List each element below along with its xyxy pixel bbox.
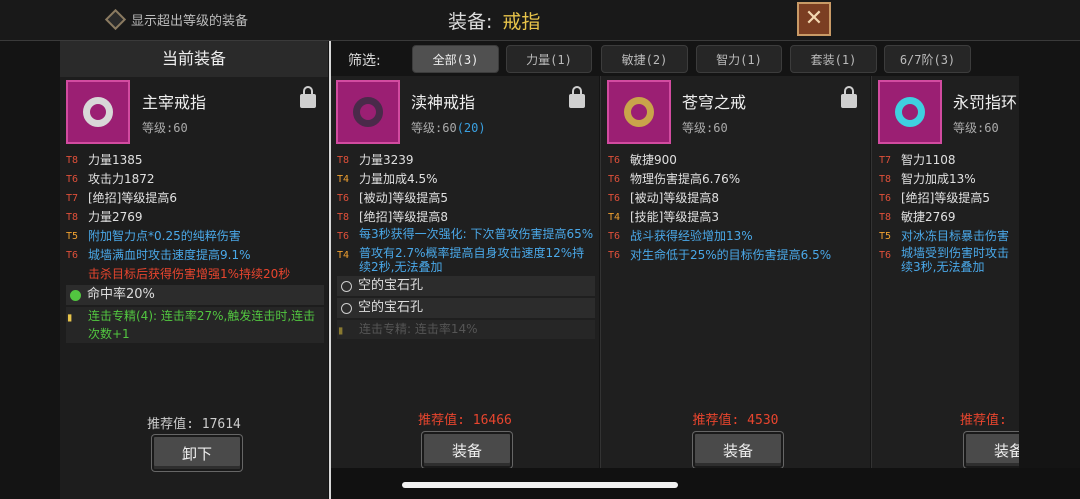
- home-indicator[interactable]: [402, 482, 678, 488]
- recommend-value: 推荐值:: [960, 413, 1007, 428]
- ring-icon: [353, 97, 383, 127]
- stat-line: T6 城墙满血时攻击速度提高9.1%: [66, 248, 251, 262]
- filter-chip-intelligence[interactable]: 智力(1): [696, 45, 782, 73]
- gem-icon: [70, 289, 81, 301]
- item-card[interactable]: 渎神戒指 等级:60(20) T8 力量3239 T4 力量加成4.5% T6 [被动…: [331, 76, 599, 468]
- stat-line: T8 力量1385: [66, 153, 143, 167]
- item-stats: T8 力量3239 T4 力量加成4.5% T6 [被动]等级提高5 T8 [绝招]等级…: [337, 153, 595, 339]
- stat-line: 击杀目标后获得伤害增强1%持续20秒: [88, 267, 291, 281]
- lock-icon[interactable]: [841, 86, 857, 108]
- filter-chip-all[interactable]: 全部(3): [412, 45, 499, 73]
- unequip-button[interactable]: 卸下: [152, 435, 242, 471]
- show-overlevel-toggle[interactable]: 显示超出等级的装备: [104, 8, 249, 31]
- current-item-stats: T8 力量1385 T6 攻击力1872 T7 [绝招]等级提高6 T8 力量2769 …: [66, 151, 324, 343]
- close-button[interactable]: ✕: [797, 2, 831, 36]
- item-icon: [607, 80, 671, 144]
- item-card[interactable]: 苍穹之戒 等级:60 T6 敏捷900 T6 物理伤害提高6.76% T6 [被动]等…: [601, 76, 870, 468]
- diamond-checkbox-icon[interactable]: [104, 8, 127, 31]
- item-level: 等级:60: [682, 121, 728, 135]
- recommend-value: 推荐值: 16466: [418, 413, 512, 428]
- gem-slot[interactable]: 空的宝石孔: [337, 298, 595, 318]
- set-bonus-line: ▮ 连击专精(4): 连击率27%,触发连击时,连击次数+1: [66, 307, 324, 343]
- page-title: 装备: 戒指: [448, 11, 541, 33]
- set-bonus-line: ▮ 连击专精: 连击率14%: [337, 320, 595, 339]
- filter-chip-tier[interactable]: 6/7阶(3): [884, 45, 971, 73]
- item-card[interactable]: 永罚指环 等级:60 T7 智力1108 T8 智力加成13% T6 [绝招]等级提高…: [872, 76, 1019, 468]
- filter-chip-set[interactable]: 套装(1): [790, 45, 877, 73]
- gem-slot[interactable]: 空的宝石孔: [337, 276, 595, 296]
- current-item-level: 等级:60: [142, 121, 188, 135]
- lock-icon[interactable]: [569, 86, 585, 108]
- recommend-value: 推荐值: 4530: [692, 413, 779, 428]
- empty-gem-icon: [341, 280, 352, 292]
- current-equipment-header: 当前装备: [60, 41, 328, 77]
- show-overlevel-label: 显示超出等级的装备: [131, 14, 249, 29]
- ring-icon: [83, 97, 113, 127]
- close-icon: ✕: [804, 6, 824, 31]
- item-level: 等级:60: [953, 121, 999, 135]
- stat-line: T5 附加智力点*0.25的纯粹伤害: [66, 229, 241, 243]
- empty-gem-icon: [341, 302, 352, 314]
- item-stats: T6 敏捷900 T6 物理伤害提高6.76% T6 [被动]等级提高8 T4 [技能]…: [608, 153, 832, 262]
- gem-slot[interactable]: 命中率20%: [66, 285, 324, 305]
- stat-line: T8 力量2769: [66, 210, 143, 224]
- equip-button[interactable]: 装备: [422, 432, 512, 468]
- item-name: 苍穹之戒: [682, 93, 747, 112]
- lock-icon[interactable]: [300, 86, 316, 108]
- item-icon: [336, 80, 400, 144]
- filter-chip-agility[interactable]: 敏捷(2): [601, 45, 688, 73]
- ring-icon: [895, 97, 925, 127]
- current-item-name: 主宰戒指: [142, 93, 207, 112]
- equip-button[interactable]: 装备: [693, 432, 783, 468]
- item-name: 永罚指环: [953, 93, 1018, 112]
- equip-button[interactable]: 装备: [964, 432, 1019, 468]
- filter-label: 筛选:: [348, 53, 381, 69]
- item-icon: [878, 80, 942, 144]
- item-stats: T7 智力1108 T8 智力加成13% T6 [绝招]等级提高5 T8 敏捷2769 …: [879, 153, 1010, 274]
- stat-line: T7 [绝招]等级提高6: [66, 191, 177, 205]
- current-item-icon[interactable]: [66, 80, 130, 144]
- current-recommend-value: 推荐值: 17614: [147, 417, 241, 432]
- item-name: 渎神戒指: [411, 93, 476, 112]
- item-level: 等级:60(20): [411, 121, 486, 135]
- ring-icon: [624, 97, 654, 127]
- filter-chip-strength[interactable]: 力量(1): [506, 45, 592, 73]
- stat-line: T6 攻击力1872: [66, 172, 155, 186]
